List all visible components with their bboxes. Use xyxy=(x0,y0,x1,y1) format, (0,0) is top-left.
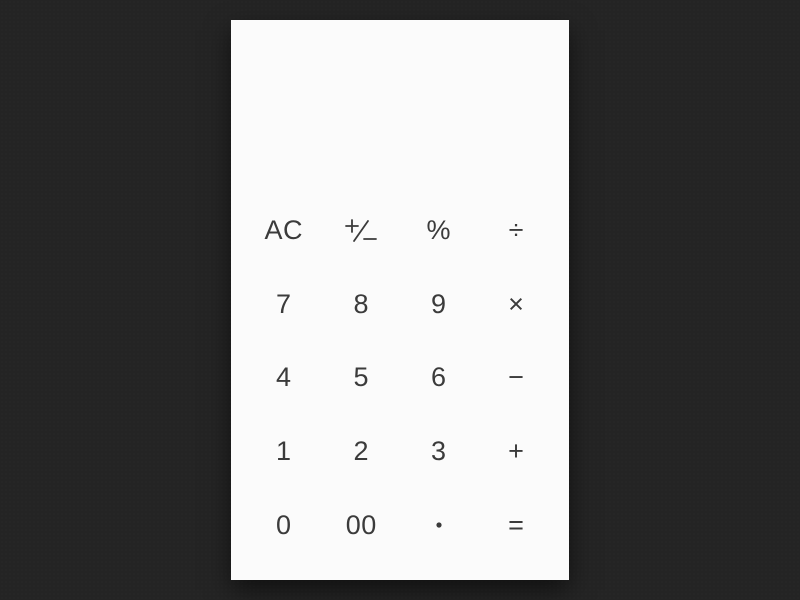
digit-3-button[interactable]: 3 xyxy=(400,415,478,489)
digit-8-button[interactable]: 8 xyxy=(323,268,401,342)
sign-toggle-button[interactable] xyxy=(323,194,401,268)
calculator-panel: AC % ÷ 7 8 9 × 4 5 6 − 1 2 3 + 0 00 xyxy=(231,20,569,580)
equals-button[interactable]: = xyxy=(478,488,556,562)
minus-button[interactable]: − xyxy=(478,341,556,415)
divide-button[interactable]: ÷ xyxy=(478,194,556,268)
digit-00-button[interactable]: 00 xyxy=(323,488,401,562)
digit-0-button[interactable]: 0 xyxy=(245,488,323,562)
digit-6-button[interactable]: 6 xyxy=(400,341,478,415)
calculator-keypad: AC % ÷ 7 8 9 × 4 5 6 − 1 2 3 + 0 00 xyxy=(231,194,569,580)
digit-1-button[interactable]: 1 xyxy=(245,415,323,489)
percent-button[interactable]: % xyxy=(400,194,478,268)
calculator-display xyxy=(231,20,569,194)
dot-icon xyxy=(434,520,444,530)
digit-9-button[interactable]: 9 xyxy=(400,268,478,342)
plus-button[interactable]: + xyxy=(478,415,556,489)
digit-5-button[interactable]: 5 xyxy=(323,341,401,415)
decimal-button[interactable] xyxy=(400,488,478,562)
digit-7-button[interactable]: 7 xyxy=(245,268,323,342)
digit-2-button[interactable]: 2 xyxy=(323,415,401,489)
plus-minus-icon xyxy=(344,217,378,245)
clear-button[interactable]: AC xyxy=(245,194,323,268)
multiply-button[interactable]: × xyxy=(478,268,556,342)
digit-4-button[interactable]: 4 xyxy=(245,341,323,415)
